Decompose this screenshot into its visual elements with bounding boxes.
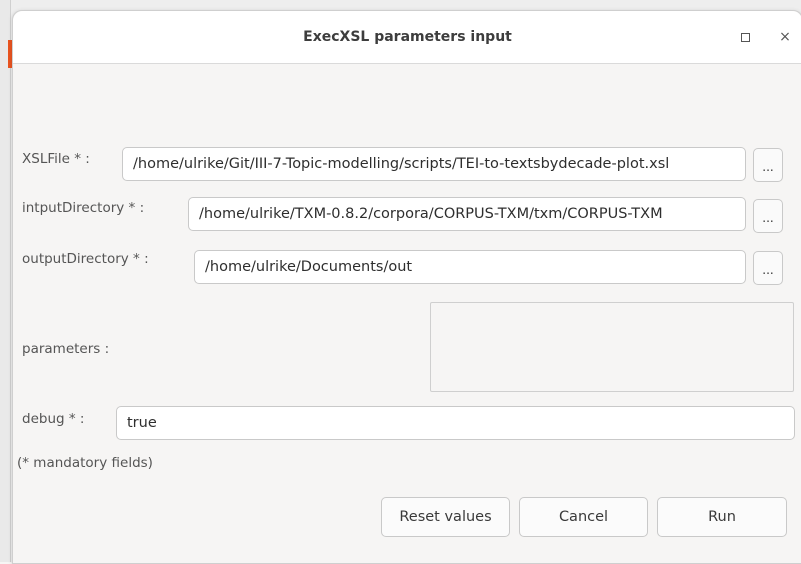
parameters-textarea[interactable] (430, 302, 794, 392)
background-window-edge (0, 0, 11, 562)
output-directory-label: outputDirectory * : (22, 251, 149, 267)
xslfile-browse-button[interactable]: ... (753, 148, 783, 182)
dialog-titlebar: ExecXSL parameters input × (13, 11, 801, 64)
close-button[interactable]: × (775, 27, 795, 47)
xslfile-label: XSLFile * : (22, 151, 90, 167)
output-directory-field[interactable]: /home/ulrike/Documents/out (194, 250, 746, 284)
xslfile-field[interactable]: /home/ulrike/Git/III-7-Topic-modelling/s… (122, 147, 746, 181)
cancel-button[interactable]: Cancel (519, 497, 648, 537)
input-directory-field[interactable]: /home/ulrike/TXM-0.8.2/corpora/CORPUS-TX… (188, 197, 746, 231)
maximize-icon (740, 33, 750, 42)
input-directory-label: intputDirectory * : (22, 200, 145, 216)
dialog-title: ExecXSL parameters input (303, 29, 512, 45)
debug-field[interactable]: true (116, 406, 795, 440)
output-directory-browse-button[interactable]: ... (753, 251, 783, 285)
reset-values-button[interactable]: Reset values (381, 497, 510, 537)
run-button[interactable]: Run (657, 497, 787, 537)
close-icon: × (779, 29, 791, 45)
maximize-button[interactable] (735, 27, 755, 47)
debug-label: debug * : (22, 411, 85, 427)
mandatory-fields-note: (* mandatory fields) (17, 455, 153, 471)
parameters-label: parameters : (22, 341, 110, 357)
input-directory-browse-button[interactable]: ... (753, 199, 783, 233)
execxsl-parameters-dialog: ExecXSL parameters input × XSLFile * : /… (12, 10, 801, 564)
